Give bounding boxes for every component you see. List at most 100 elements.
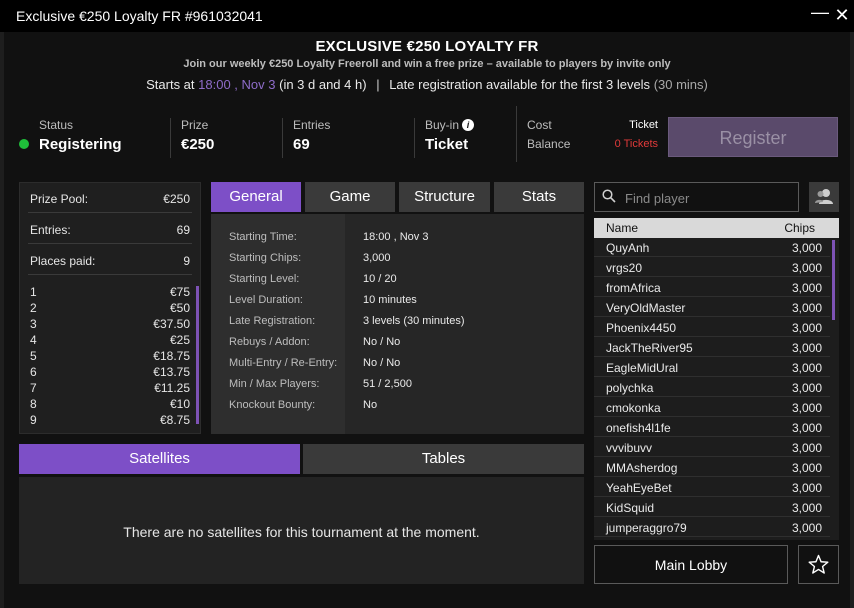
- divider: [170, 118, 171, 158]
- detail-value: No / No: [363, 336, 401, 348]
- player-name: onefish4l1fe: [606, 421, 671, 435]
- player-row[interactable]: MMAsherdog 3,000: [594, 458, 830, 477]
- divider: [28, 212, 192, 213]
- entries-value: 69: [293, 136, 310, 153]
- player-chips: 3,000: [791, 281, 822, 295]
- player-name: fromAfrica: [606, 281, 661, 295]
- player-row[interactable]: Phoenix4450 3,000: [594, 318, 830, 337]
- player-row[interactable]: jumperaggro79 3,000: [594, 518, 830, 537]
- general-details-panel: Starting Time: 18:00 , Nov 3 Starting Ch…: [211, 214, 584, 434]
- status-dot-icon: [19, 139, 29, 149]
- player-chips: 3,000: [791, 301, 822, 315]
- players-list: Name Chips QuyAnh 3,000 vrgs20 3,000 fromA…: [594, 218, 839, 540]
- player-name: JackTheRiver95: [606, 341, 693, 355]
- title-bar: Exclusive €250 Loyalty FR #961032041 — ✕: [0, 0, 854, 32]
- player-row[interactable]: polychka 3,000: [594, 378, 830, 397]
- name-column-header[interactable]: Name: [606, 221, 638, 235]
- payout-scrollbar[interactable]: [196, 286, 199, 424]
- detail-value: No / No: [363, 357, 401, 369]
- tab-tables[interactable]: Tables: [303, 444, 584, 474]
- player-row[interactable]: KidSquid 3,000: [594, 498, 830, 517]
- payout-position: 9: [30, 413, 37, 427]
- close-icon[interactable]: ✕: [832, 5, 852, 25]
- info-icon[interactable]: i: [462, 119, 475, 131]
- payout-amount: €25: [169, 333, 190, 347]
- chips-column-header[interactable]: Chips: [784, 221, 815, 235]
- player-row[interactable]: onefish4l1fe 3,000: [594, 418, 830, 437]
- tab-structure[interactable]: Structure: [399, 182, 490, 212]
- player-row[interactable]: QuyAnh 3,000: [594, 238, 830, 257]
- status-value: Registering: [39, 136, 122, 153]
- detail-label: Late Registration:: [229, 315, 316, 327]
- prize-pool-label: Prize Pool:: [30, 192, 89, 206]
- payout-amount: €37.50: [153, 317, 190, 331]
- satellites-panel: There are no satellites for this tournam…: [19, 477, 584, 584]
- places-paid-row: Places paid: 9: [30, 254, 190, 268]
- tab-satellites[interactable]: Satellites: [19, 444, 300, 474]
- status-label: Status: [39, 118, 74, 132]
- separator: |: [376, 77, 380, 92]
- balance-label: Balance: [527, 137, 571, 151]
- tab-general[interactable]: General: [211, 182, 301, 212]
- player-row[interactable]: YeahEyeBet 3,000: [594, 478, 830, 497]
- prize-label: Prize: [181, 118, 209, 132]
- divider: [28, 274, 192, 275]
- divider: [516, 106, 517, 162]
- player-row[interactable]: cmokonka 3,000: [594, 398, 830, 417]
- divider: [28, 243, 192, 244]
- player-chips: 3,000: [791, 381, 822, 395]
- detail-value: No: [363, 399, 378, 411]
- payout-row: 9 €8.75: [30, 413, 190, 429]
- tab-stats[interactable]: Stats: [494, 182, 584, 212]
- users-icon: [815, 189, 833, 204]
- player-chips: 3,000: [791, 441, 822, 455]
- places-paid-value: 9: [183, 254, 190, 268]
- prize-block: Prize €250: [181, 106, 281, 162]
- start-info: Starts at 18:00 , Nov 3 (in 3 d and 4 h)…: [0, 77, 854, 92]
- divider: [282, 118, 283, 158]
- detail-label: Knockout Bounty:: [229, 399, 316, 411]
- player-row[interactable]: vrgs20 3,000: [594, 258, 830, 277]
- player-chips: 3,000: [791, 501, 822, 515]
- payout-amount: €18.75: [153, 349, 190, 363]
- tab-game[interactable]: Game: [305, 182, 395, 212]
- info-bar: Status Registering Prize €250 Entries 69…: [10, 106, 844, 168]
- player-search-box[interactable]: [594, 182, 799, 212]
- starts-prefix: Starts at: [146, 77, 195, 92]
- buyin-block: Buy-in i Ticket: [425, 106, 525, 162]
- favorite-button[interactable]: [798, 545, 839, 584]
- payout-position: 7: [30, 381, 37, 395]
- player-chips: 3,000: [791, 341, 822, 355]
- balance-value: 0 Tickets: [614, 138, 658, 150]
- starts-in: (in 3 d and 4 h): [279, 77, 367, 92]
- users-button[interactable]: [809, 182, 839, 212]
- detail-label: Starting Level:: [229, 273, 300, 285]
- players-scrollbar[interactable]: [832, 240, 835, 320]
- player-row[interactable]: JackTheRiver95 3,000: [594, 338, 830, 357]
- player-name: cmokonka: [606, 401, 661, 415]
- late-registration-text: Late registration available for the firs…: [389, 77, 651, 92]
- detail-value: 10 minutes: [363, 294, 417, 306]
- payout-row: 7 €11.25: [30, 381, 190, 397]
- payout-row: 3 €37.50: [30, 317, 190, 333]
- register-button[interactable]: Register: [668, 117, 838, 157]
- payout-position: 4: [30, 333, 37, 347]
- player-row[interactable]: VeryOldMaster 3,000: [594, 298, 830, 317]
- detail-label: Rebuys / Addon:: [229, 336, 310, 348]
- player-row[interactable]: EagleMidUral 3,000: [594, 358, 830, 377]
- payout-amount: €75: [169, 285, 190, 299]
- player-row[interactable]: vvvibuvv 3,000: [594, 438, 830, 457]
- window-title: Exclusive €250 Loyalty FR #961032041: [16, 8, 263, 24]
- player-name: MMAsherdog: [606, 461, 678, 475]
- player-row[interactable]: fromAfrica 3,000: [594, 278, 830, 297]
- detail-value: 3,000: [363, 252, 391, 264]
- search-input[interactable]: [625, 188, 790, 208]
- main-lobby-button[interactable]: Main Lobby: [594, 545, 788, 584]
- minimize-icon[interactable]: —: [810, 2, 830, 22]
- detail-label: Starting Chips:: [229, 252, 302, 264]
- player-chips: 3,000: [791, 461, 822, 475]
- tournament-title: EXCLUSIVE €250 LOYALTY FR: [315, 38, 539, 55]
- detail-value: 51 / 2,500: [363, 378, 412, 390]
- payout-position: 1: [30, 285, 37, 299]
- no-satellites-message: There are no satellites for this tournam…: [123, 524, 480, 540]
